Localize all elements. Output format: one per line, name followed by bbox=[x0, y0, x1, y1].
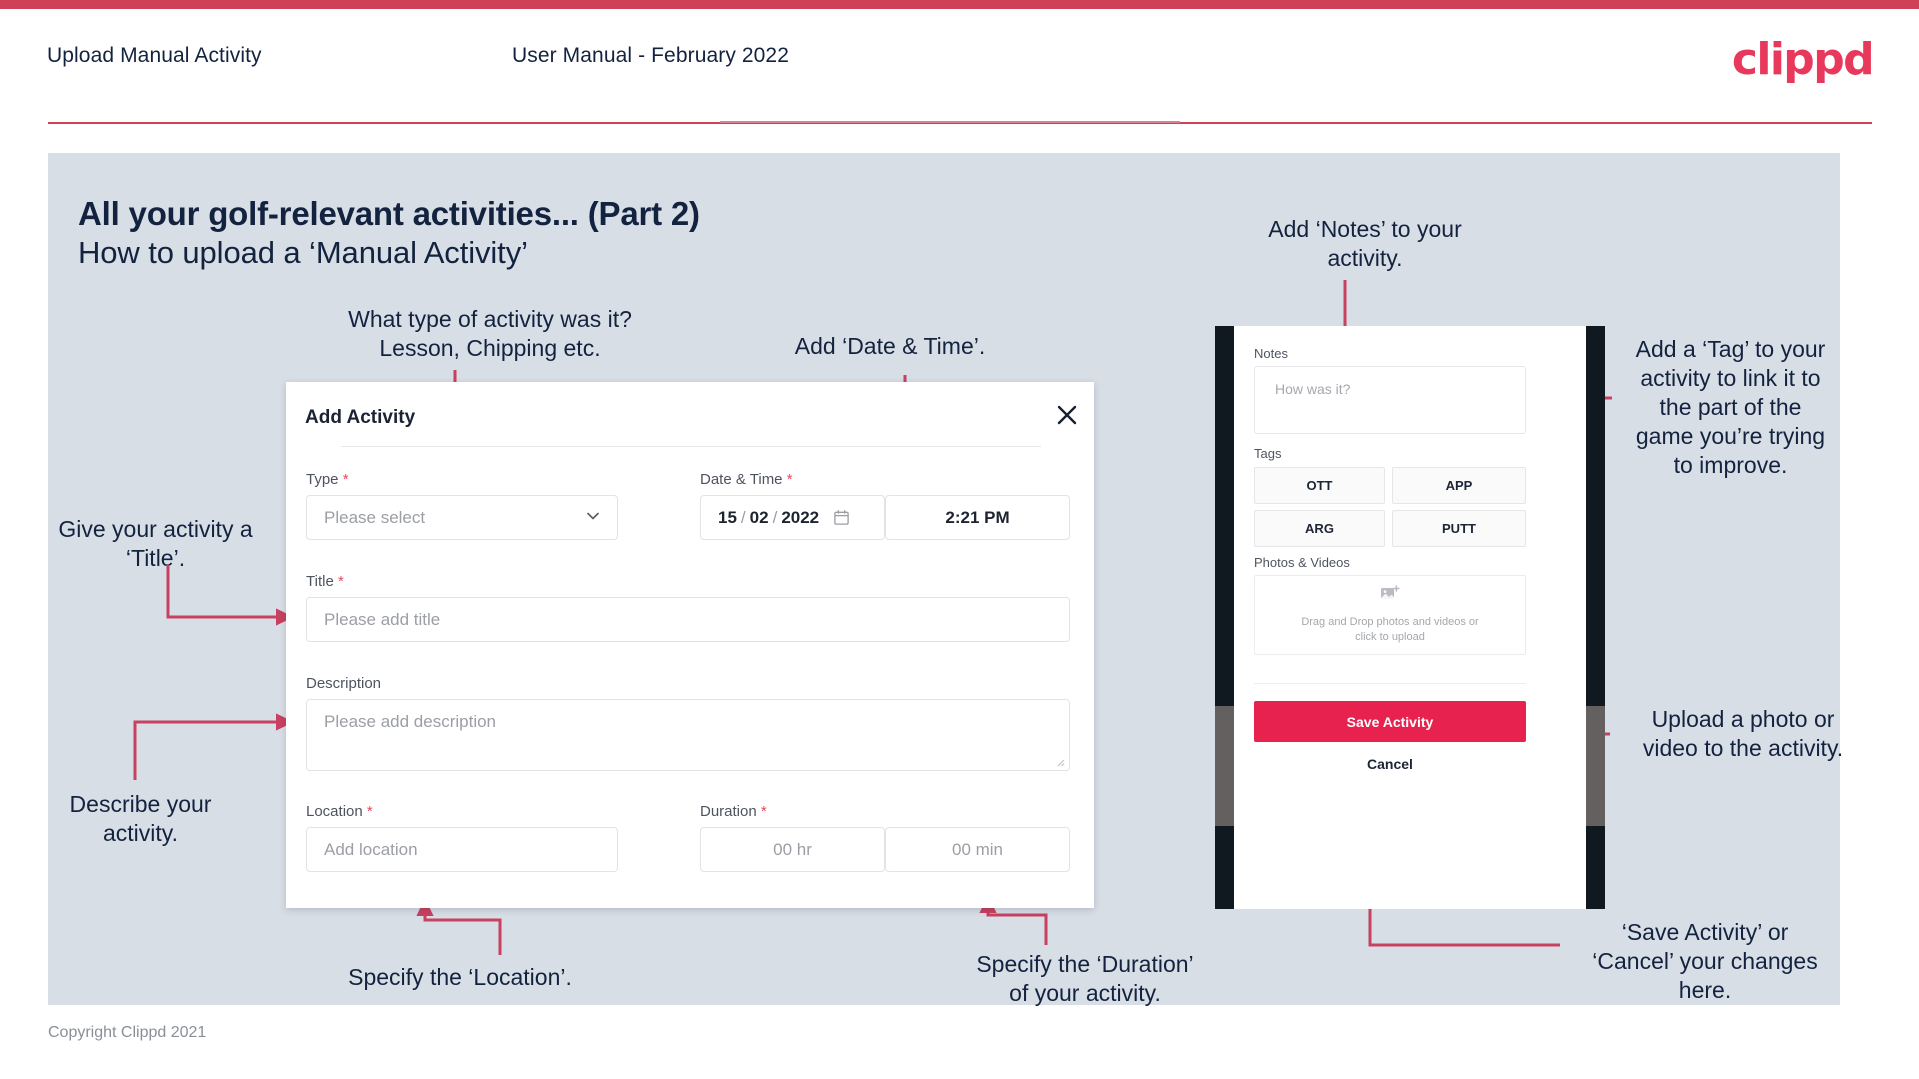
duration-hours-input[interactable]: 00 hr bbox=[700, 827, 885, 872]
annotation-title: Give your activity a ‘Title’. bbox=[58, 516, 253, 571]
phone-bezel-left bbox=[1215, 326, 1234, 909]
cancel-button[interactable]: Cancel bbox=[1254, 756, 1526, 772]
date-input[interactable]: 15 / 02 / 2022 bbox=[700, 495, 885, 540]
title-label: Title * bbox=[306, 573, 344, 590]
dialog-title: Add Activity bbox=[305, 407, 416, 428]
annotation-photos: Upload a photo or video to the activity. bbox=[1642, 706, 1844, 761]
slide-title: All your golf-relevant activities... (Pa… bbox=[78, 195, 700, 232]
clippd-logo: clippd bbox=[1731, 34, 1875, 85]
phone-divider bbox=[1254, 683, 1526, 684]
duration-minutes-input[interactable]: 00 min bbox=[885, 827, 1070, 872]
time-input[interactable]: 2:21 PM bbox=[885, 495, 1070, 540]
photos-label: Photos & Videos bbox=[1254, 555, 1350, 570]
top-accent-bar bbox=[0, 0, 1919, 9]
dropzone-text: Drag and Drop photos and videos or click… bbox=[1301, 615, 1478, 645]
save-activity-button[interactable]: Save Activity bbox=[1254, 701, 1526, 742]
notes-label: Notes bbox=[1254, 346, 1288, 361]
notes-textarea[interactable]: How was it? bbox=[1254, 366, 1526, 434]
datetime-label: Date & Time * bbox=[700, 471, 793, 488]
duration-minutes-placeholder: 00 min bbox=[951, 839, 1004, 859]
tags-label: Tags bbox=[1254, 446, 1282, 461]
close-icon[interactable] bbox=[1050, 398, 1084, 432]
date-year: 2022 bbox=[781, 507, 820, 527]
dialog-divider bbox=[341, 446, 1041, 447]
header-title: Upload Manual Activity bbox=[47, 44, 262, 67]
header-subtitle: User Manual - February 2022 bbox=[512, 44, 789, 67]
date-day: 15 bbox=[718, 507, 737, 527]
type-select[interactable]: Please select bbox=[306, 495, 618, 540]
description-textarea[interactable]: Please add description bbox=[306, 699, 1070, 771]
location-placeholder: Add location bbox=[324, 839, 418, 859]
add-image-icon bbox=[1380, 585, 1400, 608]
title-placeholder: Please add title bbox=[324, 609, 441, 629]
title-label-text: Title bbox=[306, 573, 334, 590]
type-placeholder: Please select bbox=[324, 507, 426, 527]
phone-screen: Notes How was it? Tags OTT APP ARG PUTT … bbox=[1234, 326, 1586, 909]
tag-button-app[interactable]: APP bbox=[1392, 467, 1526, 504]
notes-placeholder: How was it? bbox=[1275, 381, 1351, 397]
photo-upload-dropzone[interactable]: Drag and Drop photos and videos or click… bbox=[1254, 575, 1526, 655]
location-label-text: Location bbox=[306, 803, 363, 820]
annotation-save: ‘Save Activity’ or ‘Cancel’ your changes h… bbox=[1592, 919, 1818, 1003]
type-required-mark: * bbox=[342, 471, 349, 488]
title-input[interactable]: Please add title bbox=[306, 597, 1070, 642]
duration-required-mark: * bbox=[760, 803, 767, 820]
dropzone-line-2: click to upload bbox=[1355, 631, 1425, 643]
date-month: 02 bbox=[749, 507, 769, 527]
title-required-mark: * bbox=[337, 573, 344, 590]
header-divider-highlight bbox=[720, 121, 1180, 123]
duration-label: Duration * bbox=[700, 803, 767, 820]
annotation-description: Describe your activity. bbox=[69, 791, 212, 846]
date-sep-2: / bbox=[772, 507, 778, 527]
phone-bezel-right bbox=[1586, 326, 1605, 909]
slide-page: Upload Manual Activity User Manual - Feb… bbox=[0, 0, 1919, 1079]
annotation-datetime: Add ‘Date & Time’. bbox=[794, 333, 986, 359]
location-required-mark: * bbox=[366, 803, 373, 820]
tag-button-ott[interactable]: OTT bbox=[1254, 467, 1385, 504]
annotation-duration: Specify the ‘Duration’ of your activity. bbox=[976, 951, 1194, 1006]
description-label: Description bbox=[306, 675, 381, 692]
calendar-icon[interactable] bbox=[833, 509, 850, 526]
type-label: Type * bbox=[306, 471, 349, 488]
phone-mockup: Notes How was it? Tags OTT APP ARG PUTT … bbox=[1215, 326, 1605, 909]
copyright-text: Copyright Clippd 2021 bbox=[48, 1024, 207, 1041]
location-input[interactable]: Add location bbox=[306, 827, 618, 872]
chevron-down-icon bbox=[585, 507, 601, 528]
dropzone-line-1: Drag and Drop photos and videos or bbox=[1301, 616, 1479, 628]
slide-subtitle: How to upload a ‘Manual Activity’ bbox=[78, 235, 528, 270]
tag-button-putt[interactable]: PUTT bbox=[1392, 510, 1526, 547]
time-value: 2:21 PM bbox=[945, 507, 1010, 527]
description-placeholder: Please add description bbox=[324, 712, 497, 731]
type-label-text: Type bbox=[306, 471, 339, 488]
duration-hours-placeholder: 00 hr bbox=[773, 839, 812, 859]
annotation-notes: Add ‘Notes’ to your activity. bbox=[1268, 216, 1462, 271]
annotation-type: What type of activity was it? Lesson, Chi… bbox=[348, 306, 632, 361]
date-sep-1: / bbox=[740, 507, 746, 527]
description-label-text: Description bbox=[306, 675, 382, 692]
datetime-label-text: Date & Time bbox=[700, 471, 783, 488]
date-value: 15 / 02 / 2022 bbox=[701, 508, 850, 528]
location-label: Location * bbox=[306, 803, 373, 820]
tag-button-arg[interactable]: ARG bbox=[1254, 510, 1385, 547]
annotation-location: Specify the ‘Location’. bbox=[348, 964, 572, 990]
resize-handle-icon[interactable] bbox=[1055, 757, 1065, 767]
annotation-tags: Add a ‘Tag’ to your activity to link it t… bbox=[1635, 336, 1826, 478]
datetime-required-mark: * bbox=[786, 471, 793, 488]
duration-label-text: Duration bbox=[700, 803, 757, 820]
